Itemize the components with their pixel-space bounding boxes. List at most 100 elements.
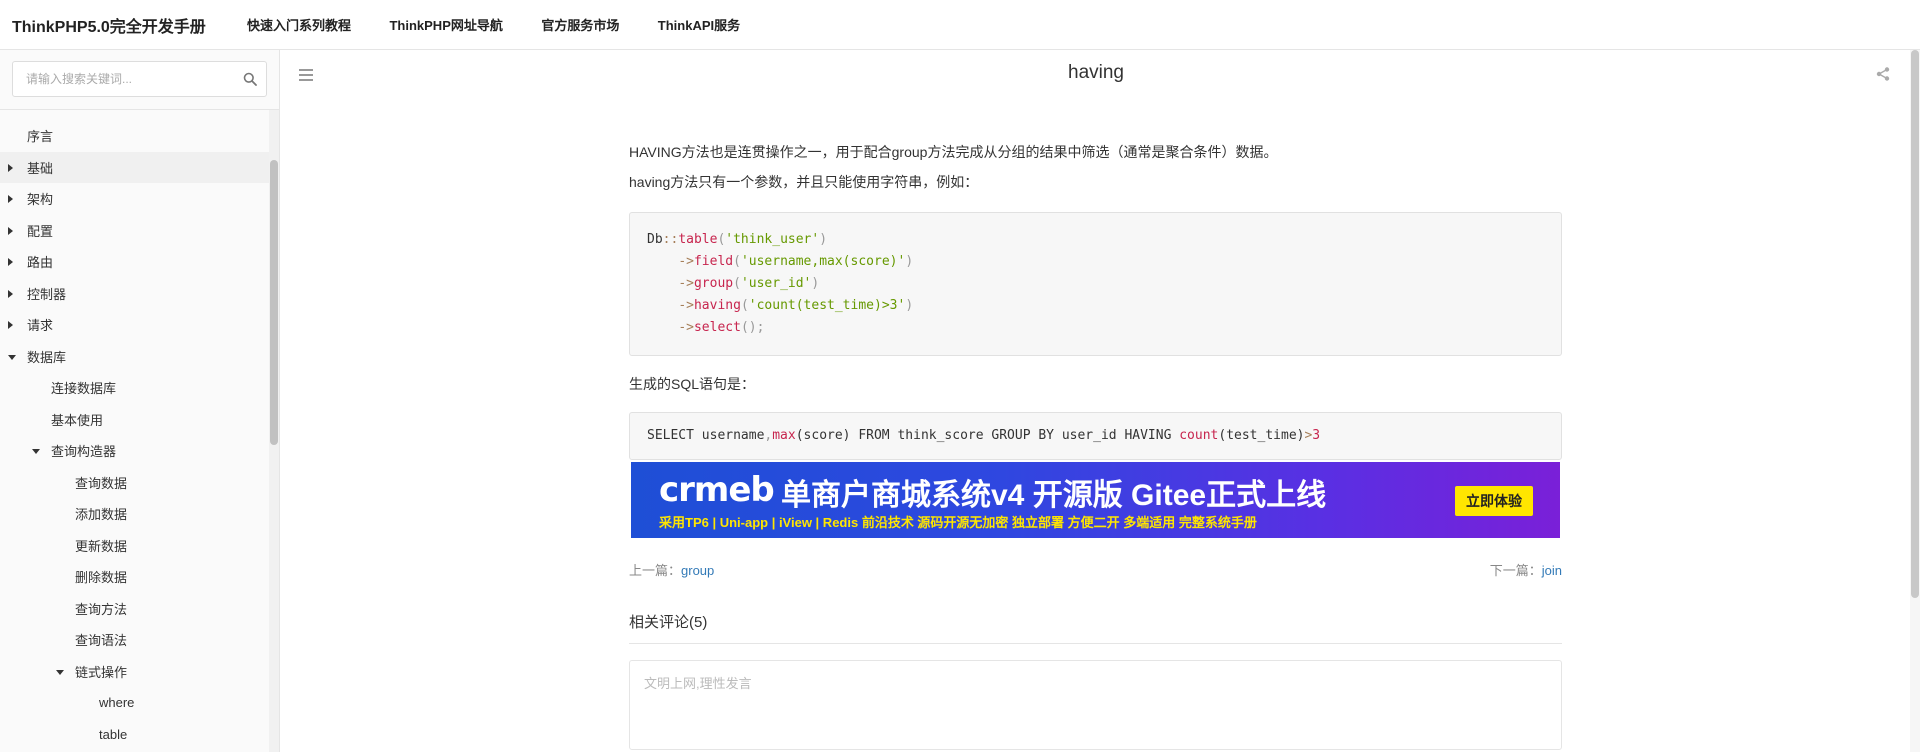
sidebar-item-label: 删除数据 xyxy=(75,570,128,586)
paragraph-sql-intro: 生成的SQL语句是： xyxy=(629,376,756,392)
code-token: (test_time) xyxy=(1218,428,1305,443)
nav-link-market[interactable]: 官方服务市场 xyxy=(541,18,619,33)
sidebar-scrollbar-thumb[interactable] xyxy=(270,160,278,445)
code-token: -> xyxy=(678,320,694,335)
code-token: ( xyxy=(733,254,741,269)
sidebar-item-label: 连接数据库 xyxy=(51,381,117,397)
sidebar-item-label: 链式操作 xyxy=(75,664,128,680)
code-token: (); xyxy=(740,320,765,335)
code-token: ( xyxy=(740,298,749,313)
code-token: max xyxy=(772,428,796,443)
prev-label: 上一篇： xyxy=(629,563,682,578)
nav-link-quickstart[interactable]: 快速入门系列教程 xyxy=(247,18,351,33)
banner-cta-button[interactable]: 立即体验 xyxy=(1455,486,1533,516)
code-token: -> xyxy=(678,298,694,313)
sidebar-item[interactable]: 配置 xyxy=(0,215,279,247)
prev-article-link[interactable]: group xyxy=(681,563,714,578)
sidebar-item[interactable]: table xyxy=(0,719,279,751)
code-token: ( xyxy=(733,276,741,291)
sidebar-item-label: 序言 xyxy=(27,129,54,145)
prev-article: 上一篇：group xyxy=(629,560,714,579)
code-token: 'think_user' xyxy=(725,232,820,247)
caret-down-icon[interactable] xyxy=(56,669,64,675)
caret-down-icon[interactable] xyxy=(8,354,16,360)
sidebar-item[interactable]: 请求 xyxy=(0,309,279,341)
sidebar-item-label: 查询语法 xyxy=(75,633,128,649)
search-input[interactable] xyxy=(13,62,233,96)
caret-right-icon[interactable] xyxy=(8,289,13,298)
code-token: -> xyxy=(678,276,694,291)
sidebar-item[interactable]: 基本使用 xyxy=(0,404,279,436)
sidebar-item-label: 查询构造器 xyxy=(51,444,117,460)
sidebar-item[interactable]: 添加数据 xyxy=(0,498,279,530)
caret-right-icon[interactable] xyxy=(8,195,13,203)
caret-right-icon[interactable] xyxy=(8,163,13,172)
code-token: -> xyxy=(678,254,694,269)
code-token: ) xyxy=(905,254,914,269)
next-label: 下一篇： xyxy=(1489,563,1542,578)
caret-right-icon[interactable] xyxy=(8,226,13,235)
caret-right-icon[interactable] xyxy=(8,258,13,266)
caret-down-icon[interactable] xyxy=(32,449,40,454)
sidebar-item[interactable]: 查询数据 xyxy=(0,467,279,499)
sidebar-item-label: 查询数据 xyxy=(75,475,128,491)
code-block-php: Db::table('think_user') ->field('usernam… xyxy=(629,212,1562,356)
code-token: count xyxy=(1179,428,1219,443)
ad-banner[interactable]: crmeb 单商户商城系统v4 开源版 Gitee正式上线 采用TP6 | Un… xyxy=(631,462,1560,538)
sidebar: 序言基础架构配置路由控制器请求数据库连接数据库基本使用查询构造器查询数据添加数据… xyxy=(0,50,280,752)
sidebar-item-label: 更新数据 xyxy=(75,538,128,554)
banner-title: 单商户商城系统v4 开源版 Gitee正式上线 xyxy=(781,479,1327,512)
sidebar-item[interactable]: 更新数据 xyxy=(0,530,279,562)
sidebar-item[interactable]: where xyxy=(0,687,279,719)
sidebar-item-label: 数据库 xyxy=(27,349,67,365)
code-token: 'username,max(score)' xyxy=(740,254,906,269)
sidebar-item-label: 控制器 xyxy=(27,286,67,302)
sidebar-item[interactable]: 查询方法 xyxy=(0,593,279,625)
sidebar-item-label: table xyxy=(99,726,128,742)
sidebar-item[interactable]: 链式操作 xyxy=(0,656,279,688)
share-icon[interactable] xyxy=(1876,67,1890,81)
comment-input[interactable]: 文明上网,理性发言 xyxy=(629,660,1562,750)
sidebar-item-label: 路由 xyxy=(27,255,54,271)
code-token: ) xyxy=(819,232,828,247)
sidebar-item-label: 添加数据 xyxy=(75,507,128,523)
code-token: 3 xyxy=(1312,428,1321,443)
sidebar-item[interactable]: 数据库 xyxy=(0,341,279,373)
code-token: 'user_id' xyxy=(740,276,812,291)
main-scrollbar-thumb[interactable] xyxy=(1911,50,1919,598)
page-title: having xyxy=(1068,62,1124,83)
next-article-link[interactable]: join xyxy=(1542,563,1562,578)
nav-link-thinkapi[interactable]: ThinkAPI服务 xyxy=(658,18,740,33)
sidebar-item[interactable]: 路由 xyxy=(0,246,279,278)
sidebar-item[interactable]: 基础 xyxy=(0,151,279,183)
code-token: :: xyxy=(662,232,679,247)
sidebar-item[interactable]: 控制器 xyxy=(0,278,279,310)
nav-link-directory[interactable]: ThinkPHP网址导航 xyxy=(389,18,502,33)
search-box xyxy=(12,61,267,97)
sidebar-item-label: 基本使用 xyxy=(51,412,104,428)
banner-logo: crmeb xyxy=(659,470,775,510)
sidebar-item[interactable]: 序言 xyxy=(0,120,279,152)
caret-right-icon[interactable] xyxy=(8,321,13,329)
top-navbar: ThinkPHP5.0完全开发手册 快速入门系列教程 ThinkPHP网址导航 … xyxy=(0,0,1920,50)
code-token: having xyxy=(693,298,741,313)
comments-title: 相关评论(5) xyxy=(629,611,1562,644)
sidebar-item[interactable]: 查询语法 xyxy=(0,624,279,656)
sidebar-item-label: 请求 xyxy=(27,318,54,334)
code-token: (score) FROM think_score GROUP BY user_i… xyxy=(795,428,1180,443)
article-pager: 上一篇：group 下一篇：join xyxy=(629,560,1562,579)
sidebar-item[interactable]: 删除数据 xyxy=(0,561,279,593)
site-brand[interactable]: ThinkPHP5.0完全开发手册 xyxy=(12,13,247,37)
paragraph-intro: HAVING方法也是连贯操作之一，用于配合group方法完成从分组的结果中筛选（… xyxy=(629,144,1278,160)
sidebar-item[interactable]: 架构 xyxy=(0,183,279,215)
main-content: having HAVING方法也是连贯操作之一，用于配合group方法完成从分组… xyxy=(281,50,1920,752)
search-icon[interactable] xyxy=(243,72,257,86)
sidebar-item-label: 配置 xyxy=(27,223,54,239)
sidebar-item-label: 基础 xyxy=(27,160,54,176)
code-token: table xyxy=(678,232,718,247)
sidebar-item-label: where xyxy=(99,695,135,711)
table-of-contents: 序言基础架构配置路由控制器请求数据库连接数据库基本使用查询构造器查询数据添加数据… xyxy=(0,110,279,750)
top-nav: 快速入门系列教程 ThinkPHP网址导航 官方服务市场 ThinkAPI服务 xyxy=(247,15,774,35)
sidebar-item[interactable]: 查询构造器 xyxy=(0,435,279,467)
sidebar-item[interactable]: 连接数据库 xyxy=(0,372,279,404)
